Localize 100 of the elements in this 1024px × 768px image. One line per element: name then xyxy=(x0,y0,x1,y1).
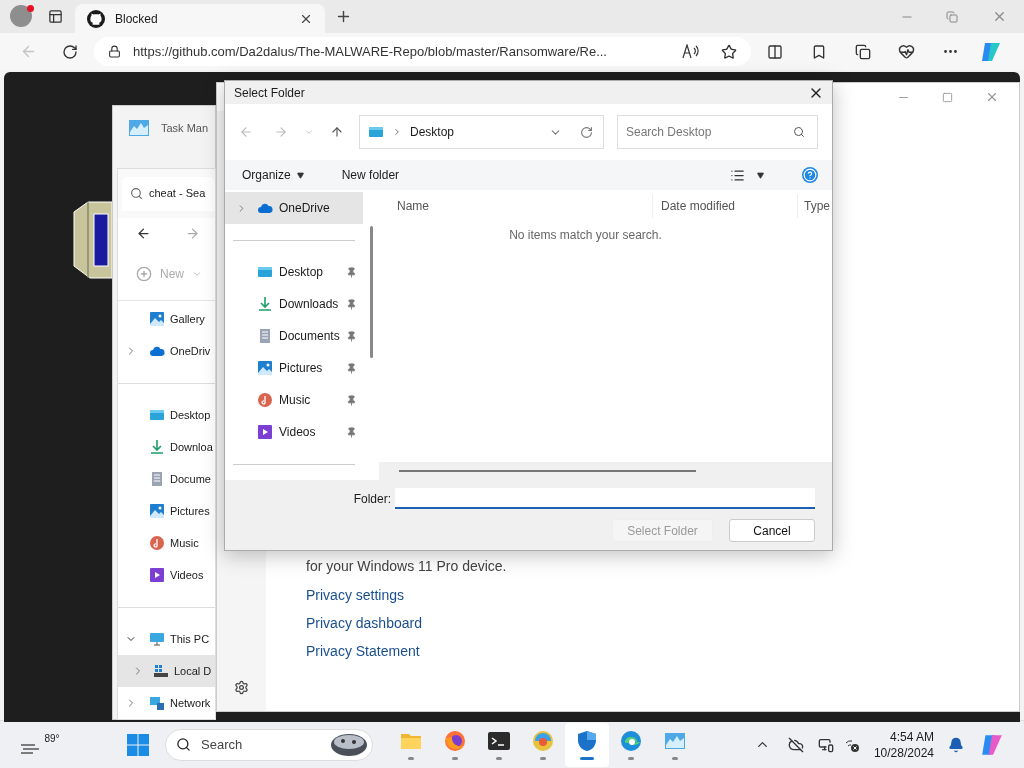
swirl-icon xyxy=(531,729,555,753)
caret-icon[interactable] xyxy=(757,171,764,179)
bell-icon[interactable] xyxy=(948,736,964,753)
pin-icon[interactable] xyxy=(346,330,357,342)
description-text: for your Windows 11 Pro device. xyxy=(306,557,508,576)
caret-icon xyxy=(296,171,304,179)
folder-input[interactable] xyxy=(395,488,815,510)
tab-title: Blocked xyxy=(115,10,159,28)
nav-item[interactable]: Pictures xyxy=(118,495,215,527)
image-icon xyxy=(149,503,165,519)
star-icon[interactable] xyxy=(721,43,737,60)
split-screen-icon[interactable] xyxy=(767,43,783,60)
avatar-icon[interactable] xyxy=(10,4,32,27)
explorer-tab[interactable]: cheat - Sea xyxy=(122,176,215,211)
browser-tab[interactable]: Blocked xyxy=(75,4,325,33)
nav-item[interactable]: Local D xyxy=(118,655,215,687)
favorites-icon[interactable] xyxy=(811,43,827,60)
privacy-link[interactable]: Privacy dashboard xyxy=(306,613,1019,633)
nav-label: Docume xyxy=(170,471,211,487)
music-icon xyxy=(149,535,165,551)
copilot-icon[interactable] xyxy=(980,732,1004,757)
settings-icon[interactable] xyxy=(234,680,249,695)
search-field[interactable]: Search Desktop xyxy=(617,115,818,150)
nav-item[interactable]: Gallery xyxy=(118,303,215,335)
address-field[interactable]: Desktop xyxy=(359,115,604,150)
refresh-icon[interactable] xyxy=(62,43,78,60)
start-icon[interactable] xyxy=(126,732,150,757)
nav-label: This PC xyxy=(170,631,210,647)
search-icon xyxy=(130,187,143,201)
separator-icon xyxy=(392,127,402,138)
clock-date[interactable]: 10/28/2024 xyxy=(873,744,934,761)
nav-label: Network xyxy=(170,695,211,711)
nav-item[interactable]: OneDrive xyxy=(225,192,363,225)
fox-globe-icon xyxy=(443,729,467,753)
collections-icon[interactable] xyxy=(855,43,871,60)
video-icon xyxy=(257,424,273,441)
nav-item[interactable]: Music xyxy=(225,384,363,417)
nav-item[interactable]: Documents xyxy=(225,320,363,353)
taskbar-search[interactable]: Search xyxy=(165,728,373,761)
nav-label: Music xyxy=(170,535,199,551)
search-highlight-icon xyxy=(330,731,368,758)
monitor-icon xyxy=(149,407,165,423)
network-icon xyxy=(149,695,165,711)
nav-item[interactable]: Downloa xyxy=(118,431,215,463)
copilot-icon[interactable] xyxy=(980,40,1002,63)
temperature: 89° xyxy=(44,732,60,746)
nav-item[interactable]: Videos xyxy=(225,416,363,449)
help-icon[interactable] xyxy=(802,167,818,184)
nav-item[interactable]: Network xyxy=(118,687,215,719)
nav-item[interactable]: This PC xyxy=(118,623,215,655)
dialog-button[interactable]: Cancel xyxy=(729,519,815,543)
document-icon xyxy=(149,471,165,487)
breadcrumb[interactable]: Desktop xyxy=(410,123,549,142)
pin-icon[interactable] xyxy=(346,426,357,438)
privacy-link[interactable]: Privacy Statement xyxy=(306,641,1019,661)
pin-icon[interactable] xyxy=(346,266,357,278)
nav-label: Desktop xyxy=(279,264,325,282)
clock-time[interactable]: 4:54 AM xyxy=(889,728,934,745)
address-field[interactable]: https://github.com/Da2dalus/The-MALWARE-Repo/blob/master/Ransomware/Re... xyxy=(94,37,751,66)
new-tab-icon[interactable] xyxy=(335,8,352,25)
forward-icon[interactable] xyxy=(185,225,200,241)
monitor-icon[interactable] xyxy=(817,736,834,753)
up-icon[interactable] xyxy=(330,125,344,140)
toolbar-button[interactable]: Organize xyxy=(242,166,304,185)
privacy-link[interactable]: Privacy settings xyxy=(306,585,1019,605)
back-icon[interactable] xyxy=(136,225,151,241)
pin-icon[interactable] xyxy=(346,394,357,406)
music-icon xyxy=(257,392,273,409)
tab-actions-icon[interactable] xyxy=(48,9,63,24)
monitor-icon xyxy=(149,631,165,647)
pin-icon[interactable] xyxy=(346,362,357,374)
drive-icon xyxy=(153,663,169,679)
terminal-icon xyxy=(487,729,511,753)
image-icon xyxy=(257,360,273,377)
column-header[interactable]: Date modified xyxy=(653,194,798,219)
cloud-off-icon[interactable] xyxy=(787,736,804,753)
scrollbar-thumb[interactable] xyxy=(369,226,373,359)
nav-item[interactable]: Desktop xyxy=(118,399,215,431)
nav-item[interactable]: Docume xyxy=(118,463,215,495)
nav-label: Documents xyxy=(279,328,341,346)
nav-item[interactable]: Pictures xyxy=(225,352,363,385)
toolbar-button[interactable]: New folder xyxy=(341,166,400,185)
view-icon[interactable] xyxy=(730,167,745,183)
pin-icon[interactable] xyxy=(346,298,357,310)
heart-icon[interactable] xyxy=(898,43,915,60)
nav-item[interactable]: Downloads xyxy=(225,288,363,321)
nav-item[interactable]: Videos xyxy=(118,559,215,591)
column-header[interactable]: Name xyxy=(379,194,653,219)
wave-globe-icon xyxy=(619,729,643,753)
nav-item[interactable]: Music xyxy=(118,527,215,559)
nav-label: Pictures xyxy=(279,360,324,378)
read-aloud-icon[interactable] xyxy=(682,44,699,59)
logo-icon xyxy=(87,9,105,28)
video-icon xyxy=(149,567,165,583)
scrollbar-thumb[interactable] xyxy=(399,470,696,473)
nav-item[interactable]: OneDriv xyxy=(118,335,215,367)
column-header[interactable]: Type xyxy=(798,194,830,219)
nav-item[interactable]: Desktop xyxy=(225,256,363,289)
nav-label: Gallery xyxy=(170,311,205,327)
nav-label: OneDriv xyxy=(170,343,211,359)
